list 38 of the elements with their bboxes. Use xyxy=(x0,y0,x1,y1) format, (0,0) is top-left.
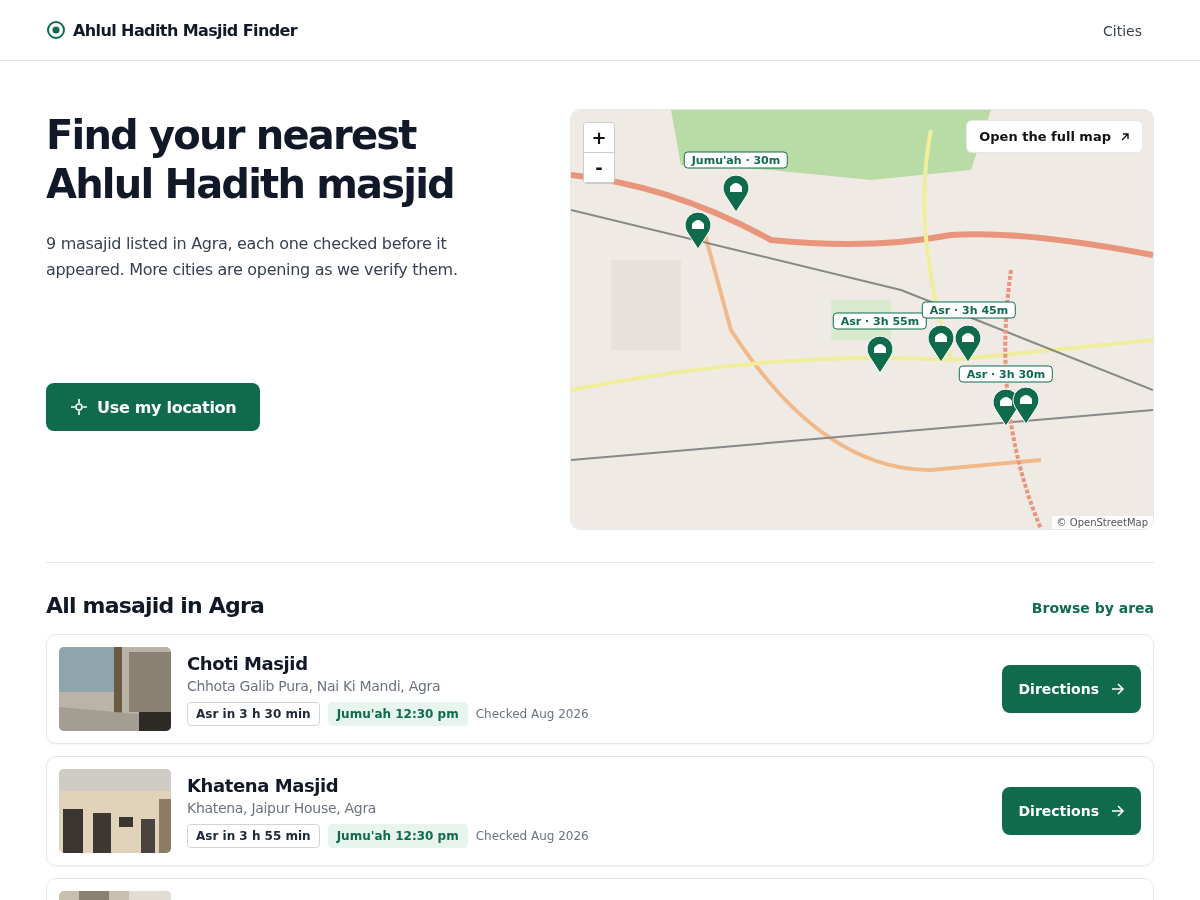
jumuah-time-tag: Jumu'ah 12:30 pm xyxy=(327,823,468,848)
mosque-pin-icon[interactable] xyxy=(927,323,955,363)
masjid-name: Khatena Masjid xyxy=(187,774,340,796)
open-full-map-link[interactable]: Open the full map xyxy=(966,120,1143,153)
use-location-button[interactable]: Use my location xyxy=(46,383,261,431)
mosque-pin-icon[interactable] xyxy=(722,173,750,213)
arrow-right-icon xyxy=(1111,805,1125,817)
asr-time-tag: Asr in 3 h 55 min xyxy=(187,823,320,848)
checked-date: Checked Aug 2026 xyxy=(475,706,589,721)
nav-link[interactable]: Cities xyxy=(1103,22,1142,39)
masjid-address: Chhota Galib Pura, Nai Ki Mandi, Agra xyxy=(187,677,442,694)
prayer-tooltip: Asr · 3h 55m xyxy=(832,312,928,330)
asr-time-tag: Asr in 3 h 30 min xyxy=(187,701,320,726)
section-title: All masajid in Agra xyxy=(46,593,265,618)
mosque-pin-icon[interactable] xyxy=(866,334,894,374)
masjid-name: Choti Masjid xyxy=(187,652,309,674)
masjid-address: Khatena, Jaipur House, Agra xyxy=(187,799,378,816)
prayer-tooltip: Jumu'ah · 30m xyxy=(683,151,789,169)
checked-date: Checked Aug 2026 xyxy=(475,828,589,843)
intro-text: 9 masajid listed in Agra, each one checked before it appeared. More cities are opening as we verify them. xyxy=(46,233,459,281)
mosque-pin-icon[interactable] xyxy=(684,210,712,250)
directions-button[interactable]: Directions xyxy=(1002,787,1141,835)
crosshair-icon xyxy=(70,398,88,416)
external-arrow-icon xyxy=(1120,131,1130,142)
directions-button[interactable]: Directions xyxy=(1002,665,1141,713)
jumuah-time-tag: Jumu'ah 12:30 pm xyxy=(327,701,468,726)
mosque-pin-icon[interactable] xyxy=(1012,385,1040,425)
map-attribution: © OpenStreetMap xyxy=(1051,516,1153,529)
hero-title: Find your nearest Ahlul Hadith masjid xyxy=(46,111,455,209)
mosque-pin-icon[interactable] xyxy=(954,323,982,363)
logo-icon xyxy=(46,20,66,40)
arrow-right-icon xyxy=(1111,683,1125,695)
prayer-tooltip: Asr · 3h 45m xyxy=(921,301,1017,319)
zoom-out-button[interactable]: - xyxy=(584,153,614,183)
site-title: Ahlul Hadith Masjid Finder xyxy=(73,20,298,40)
prayer-tooltip: Asr · 3h 30m xyxy=(958,365,1054,383)
browse-by-area-link[interactable]: Browse by area xyxy=(1031,600,1154,616)
zoom-in-button[interactable]: + xyxy=(584,123,614,153)
